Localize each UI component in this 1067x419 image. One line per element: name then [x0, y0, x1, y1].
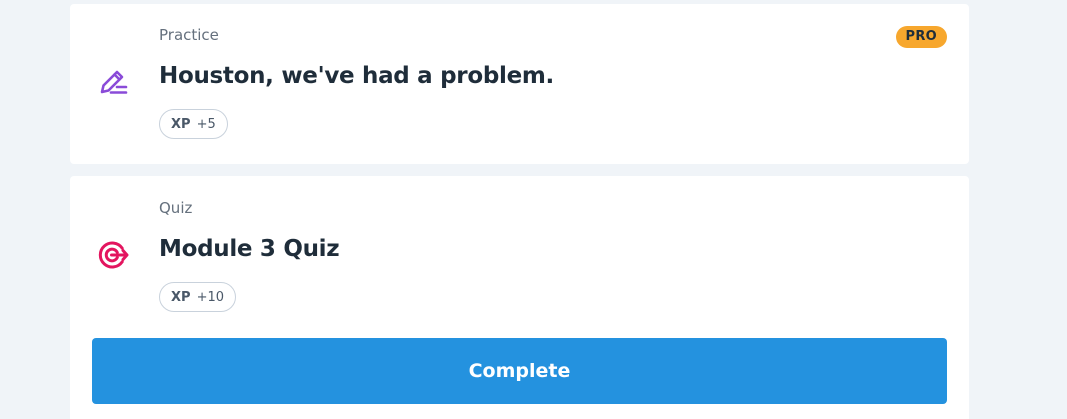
- pencil-icon: [96, 65, 130, 99]
- complete-button[interactable]: Complete: [92, 338, 947, 404]
- pro-badge: PRO: [895, 26, 947, 48]
- xp-value: +5: [196, 116, 216, 132]
- card-title[interactable]: Module 3 Quiz: [159, 235, 340, 263]
- xp-badge: XP +10: [159, 282, 236, 312]
- xp-label: XP: [171, 289, 191, 305]
- xp-badge: XP +5: [159, 109, 228, 139]
- card-title[interactable]: Houston, we've had a problem.: [159, 62, 554, 90]
- practice-card[interactable]: Practice Houston, we've had a problem. X…: [70, 4, 969, 164]
- card-type-label: Practice: [159, 26, 219, 44]
- card-type-label: Quiz: [159, 199, 193, 217]
- xp-value: +10: [196, 289, 224, 305]
- xp-label: XP: [171, 116, 191, 132]
- target-icon: [96, 238, 130, 272]
- quiz-card[interactable]: Quiz Module 3 Quiz XP +10 Complete: [70, 176, 969, 419]
